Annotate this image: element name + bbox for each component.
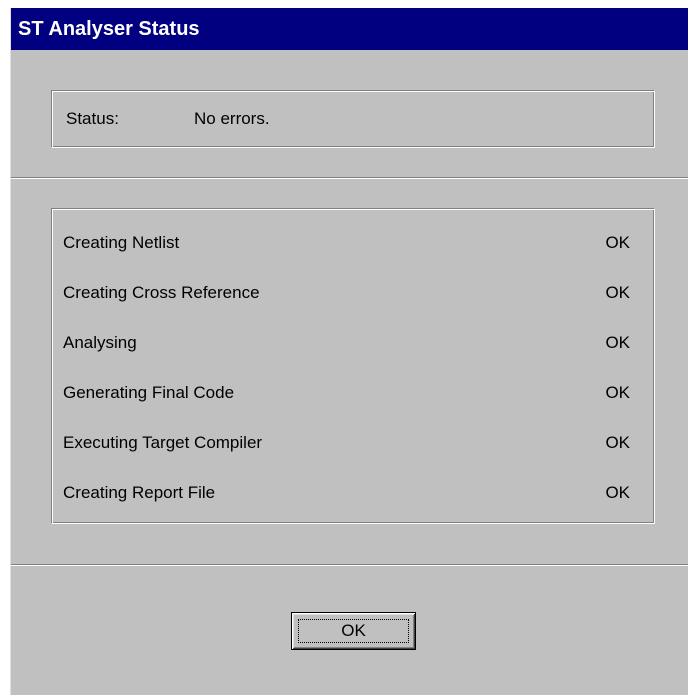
steps-frame: Creating Netlist OK Creating Cross Refer…: [51, 208, 655, 524]
step-row-creating-cross-reference: Creating Cross Reference OK: [52, 279, 656, 309]
ok-button[interactable]: OK: [291, 612, 416, 650]
step-row-creating-netlist: Creating Netlist OK: [52, 229, 656, 259]
separator-top: [11, 177, 688, 179]
step-result: OK: [605, 233, 630, 252]
title-bar[interactable]: ST Analyser Status: [11, 8, 688, 50]
status-label: Status:: [66, 109, 119, 128]
status-value: No errors.: [194, 109, 270, 128]
status-frame: Status: No errors.: [51, 90, 655, 148]
step-label: Creating Netlist: [63, 233, 180, 252]
step-row-creating-report-file: Creating Report File OK: [52, 479, 656, 509]
step-label: Executing Target Compiler: [63, 433, 263, 452]
ok-button-label: OK: [341, 621, 366, 640]
step-label: Creating Cross Reference: [63, 283, 260, 302]
separator-bottom: [11, 564, 688, 566]
step-row-executing-target-compiler: Executing Target Compiler OK: [52, 429, 656, 459]
step-result: OK: [605, 383, 630, 402]
step-result: OK: [605, 333, 630, 352]
step-label: Creating Report File: [63, 483, 216, 502]
step-label: Analysing: [63, 333, 137, 352]
step-row-generating-final-code: Generating Final Code OK: [52, 379, 656, 409]
step-label: Generating Final Code: [63, 383, 235, 402]
step-result: OK: [605, 433, 630, 452]
step-row-analysing: Analysing OK: [52, 329, 656, 359]
analyser-status-dialog: ST Analyser Status Status: No errors. Cr…: [10, 8, 688, 695]
step-result: OK: [605, 483, 630, 502]
step-result: OK: [605, 283, 630, 302]
